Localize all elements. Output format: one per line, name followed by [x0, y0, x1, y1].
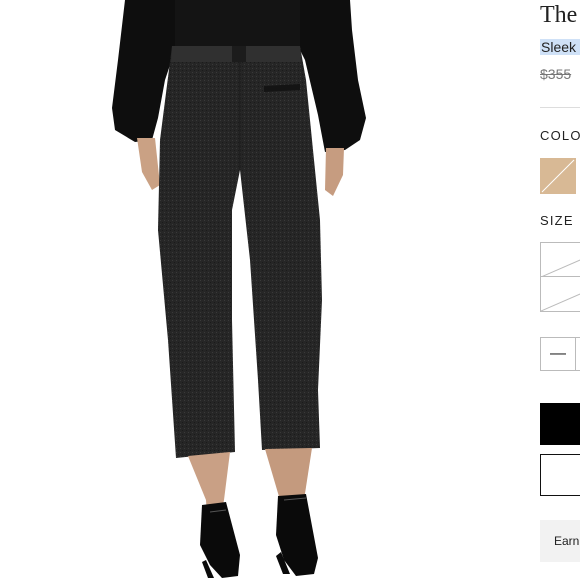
- swatch-slash-icon: [541, 159, 575, 193]
- product-info-panel: The Sleek F $355 COLO SIZE — Earn: [525, 0, 580, 580]
- earn-rewards-banner[interactable]: Earn: [540, 520, 580, 562]
- price: $355: [540, 66, 572, 82]
- add-to-bag-button[interactable]: [540, 403, 580, 445]
- add-to-wishlist-button[interactable]: [540, 454, 580, 496]
- divider: [540, 107, 580, 108]
- quantity-decrease-button[interactable]: —: [541, 338, 576, 370]
- product-photo[interactable]: [0, 0, 525, 580]
- color-label: COLO: [540, 128, 580, 143]
- brand-name[interactable]: The: [540, 2, 577, 29]
- product-name: Sleek F: [540, 39, 580, 55]
- unavailable-slash-icon: [540, 293, 580, 312]
- heels: [200, 494, 318, 578]
- size-label: SIZE: [540, 213, 574, 228]
- size-option[interactable]: [540, 242, 580, 278]
- color-swatch[interactable]: [540, 158, 576, 194]
- unavailable-slash-icon: [540, 259, 580, 278]
- trousers: [158, 46, 322, 458]
- size-option[interactable]: [540, 276, 580, 312]
- quantity-stepper: —: [540, 337, 580, 371]
